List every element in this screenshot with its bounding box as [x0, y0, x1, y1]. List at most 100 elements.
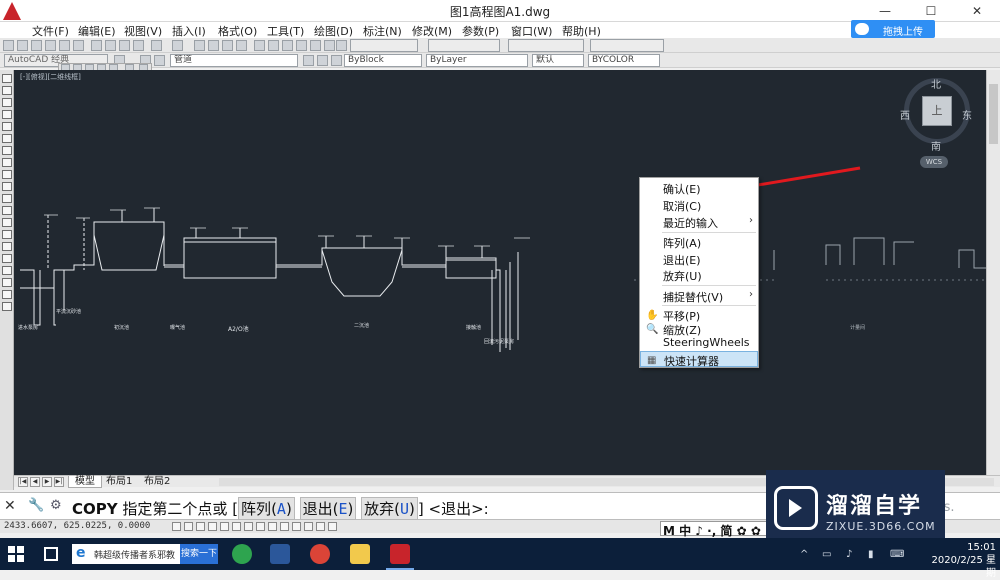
- help-icon[interactable]: [336, 40, 347, 51]
- close-command-line-icon[interactable]: ✕: [4, 498, 16, 514]
- search-query[interactable]: 韩超级传播者系邪教: [94, 548, 175, 561]
- menu-file[interactable]: 文件(F): [32, 23, 69, 39]
- scroll-thumb[interactable]: [989, 84, 998, 144]
- paste-icon[interactable]: [119, 40, 130, 51]
- drawing-canvas[interactable]: [-][俯视][二维线框] 进水泵房 平流沉砂池 初沉池 曝气池 A2/O池 二…: [14, 70, 986, 475]
- spline-tool-icon[interactable]: [2, 170, 12, 179]
- tool-palette-icon[interactable]: [282, 40, 293, 51]
- match-properties-icon[interactable]: [133, 40, 144, 51]
- dim-style-combo[interactable]: [428, 39, 500, 52]
- upload-button[interactable]: 拖拽上传: [851, 20, 935, 38]
- linetype-combo[interactable]: ByLayer: [426, 54, 528, 67]
- new-icon[interactable]: [3, 40, 14, 51]
- undo-icon[interactable]: [151, 40, 162, 51]
- browser-search-box[interactable]: e 韩超级传播者系邪教 搜索一下: [72, 544, 218, 564]
- multileader-style-combo[interactable]: [590, 39, 664, 52]
- tray-battery-icon[interactable]: ▮: [868, 549, 874, 560]
- close-button[interactable]: ✕: [954, 0, 1000, 22]
- menu-insert[interactable]: 插入(I): [172, 23, 206, 39]
- gradient-tool-icon[interactable]: [2, 254, 12, 263]
- word-icon[interactable]: [270, 544, 290, 564]
- chrome-icon[interactable]: [310, 544, 330, 564]
- object-snap-icon[interactable]: [232, 522, 241, 531]
- hatch-tool-icon[interactable]: [2, 242, 12, 251]
- color-combo[interactable]: ByBlock: [344, 54, 422, 67]
- tray-keyboard-icon[interactable]: ⌨: [890, 549, 904, 560]
- properties-icon[interactable]: [254, 40, 265, 51]
- dynamic-ucs-icon[interactable]: [268, 522, 277, 531]
- ortho-mode-icon[interactable]: [208, 522, 217, 531]
- polar-tracking-icon[interactable]: [220, 522, 229, 531]
- ellipse-arc-tool-icon[interactable]: [2, 194, 12, 203]
- prev-tab-icon[interactable]: ◀: [30, 477, 40, 487]
- maximize-button[interactable]: ☐: [908, 0, 954, 22]
- save-icon[interactable]: [31, 40, 42, 51]
- menu-edit[interactable]: 编辑(E): [78, 23, 116, 39]
- search-button[interactable]: 搜索一下: [180, 544, 218, 564]
- autocad-taskbar-icon[interactable]: [390, 544, 410, 564]
- polyline-tool-icon[interactable]: [2, 98, 12, 107]
- sheet-set-icon[interactable]: [296, 40, 307, 51]
- tab-model[interactable]: 模型: [68, 476, 102, 488]
- construction-line-icon[interactable]: [2, 86, 12, 95]
- tab-layout1[interactable]: 布局1: [100, 476, 138, 488]
- infer-constraints-icon[interactable]: [172, 522, 181, 531]
- publish-icon[interactable]: [73, 40, 84, 51]
- ellipse-tool-icon[interactable]: [2, 182, 12, 191]
- print-icon[interactable]: [45, 40, 56, 51]
- menu-item-undo[interactable]: 放弃(U): [640, 267, 758, 283]
- redo-icon[interactable]: [172, 40, 183, 51]
- menu-dimension[interactable]: 标注(N): [363, 23, 402, 39]
- markup-icon[interactable]: [310, 40, 321, 51]
- menu-tools[interactable]: 工具(T): [267, 23, 304, 39]
- layer-isolate-icon[interactable]: [331, 55, 342, 66]
- system-clock[interactable]: 15:01 2020/2/25 星期: [930, 541, 996, 580]
- make-block-icon[interactable]: [2, 218, 12, 227]
- tray-volume-icon[interactable]: ♪: [846, 549, 852, 560]
- insert-block-icon[interactable]: [2, 206, 12, 215]
- region-tool-icon[interactable]: [2, 266, 12, 275]
- tray-network-icon[interactable]: ▭: [822, 549, 831, 560]
- copy-icon[interactable]: [105, 40, 116, 51]
- first-tab-icon[interactable]: |◀: [18, 477, 28, 487]
- lineweight-display-icon[interactable]: [292, 522, 301, 531]
- open-icon[interactable]: [17, 40, 28, 51]
- line-tool-icon[interactable]: [2, 74, 12, 83]
- layer-state-icon[interactable]: [154, 55, 165, 66]
- menu-modify[interactable]: 修改(M): [412, 23, 452, 39]
- add-selected-icon[interactable]: [2, 302, 12, 311]
- selection-cycling-icon[interactable]: [328, 522, 337, 531]
- windows-start-icon[interactable]: [8, 546, 24, 562]
- cut-icon[interactable]: [91, 40, 102, 51]
- menu-item-steeringwheels[interactable]: SteeringWheels: [640, 335, 758, 351]
- make-current-icon[interactable]: [303, 55, 314, 66]
- menu-parametric[interactable]: 参数(P): [462, 23, 499, 39]
- table-style-combo[interactable]: [508, 39, 584, 52]
- last-tab-icon[interactable]: ▶|: [54, 477, 64, 487]
- mtext-tool-icon[interactable]: [2, 290, 12, 299]
- menu-item-snap-override[interactable]: 捕捉替代(V) ›: [640, 288, 758, 304]
- tab-layout2[interactable]: 布局2: [138, 476, 176, 488]
- next-tab-icon[interactable]: ▶: [42, 477, 52, 487]
- menu-view[interactable]: 视图(V): [124, 23, 162, 39]
- snap-mode-icon[interactable]: [184, 522, 193, 531]
- arc-tool-icon[interactable]: [2, 134, 12, 143]
- menu-item-array[interactable]: 阵列(A): [640, 234, 758, 250]
- zoom-realtime-icon[interactable]: [208, 40, 219, 51]
- menu-draw[interactable]: 绘图(D): [314, 23, 353, 39]
- polygon-tool-icon[interactable]: [2, 110, 12, 119]
- zoom-window-icon[interactable]: [222, 40, 233, 51]
- menu-help[interactable]: 帮助(H): [562, 23, 601, 39]
- layer-combo[interactable]: 管道: [170, 54, 298, 67]
- file-explorer-icon[interactable]: [350, 544, 370, 564]
- option-array[interactable]: 阵列(A): [238, 497, 295, 520]
- quick-properties-icon[interactable]: [316, 522, 325, 531]
- menu-item-confirm[interactable]: 确认(E): [640, 180, 758, 196]
- minimize-button[interactable]: —: [862, 0, 908, 22]
- option-exit[interactable]: 退出(E): [299, 497, 357, 520]
- task-view-icon[interactable]: [44, 547, 58, 561]
- transparency-icon[interactable]: [304, 522, 313, 531]
- app-green-icon[interactable]: [232, 544, 252, 564]
- design-center-icon[interactable]: [268, 40, 279, 51]
- text-style-combo[interactable]: [350, 39, 418, 52]
